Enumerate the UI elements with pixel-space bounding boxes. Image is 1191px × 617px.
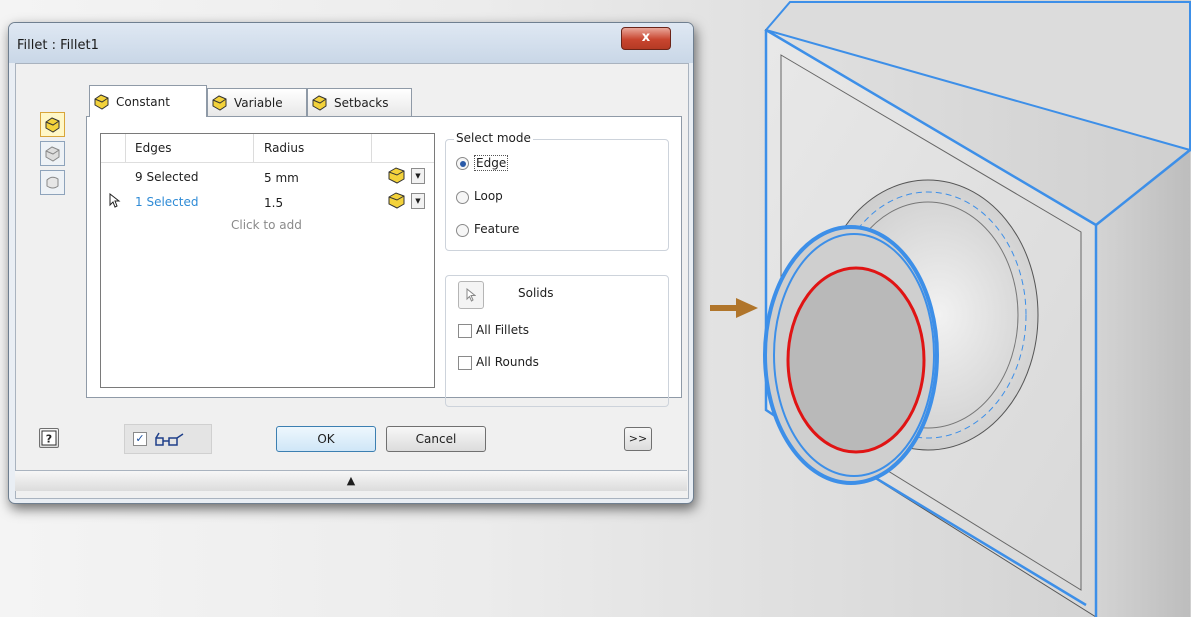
edge-fillet-button[interactable] bbox=[40, 112, 65, 137]
loop-radio-label[interactable]: Loop bbox=[474, 189, 503, 203]
preview-checkbox[interactable]: ✓ bbox=[133, 432, 147, 446]
glasses-icon bbox=[155, 432, 184, 446]
all-rounds-checkbox[interactable] bbox=[458, 356, 472, 370]
all-rounds-label[interactable]: All Rounds bbox=[476, 355, 539, 369]
tab-variable-label: Variable bbox=[234, 95, 283, 110]
cancel-button[interactable]: Cancel bbox=[386, 426, 486, 452]
help-icon: ? bbox=[41, 430, 57, 446]
tab-constant[interactable]: Constant bbox=[89, 85, 207, 117]
tab-setbacks-label: Setbacks bbox=[334, 95, 389, 110]
tab-setbacks[interactable]: Setbacks bbox=[307, 88, 412, 116]
cursor-arrow-icon bbox=[466, 287, 477, 302]
solids-label: Solids bbox=[518, 286, 554, 300]
collapse-bar[interactable]: ▲ bbox=[15, 470, 687, 491]
row-radius-value[interactable]: 1.5 bbox=[264, 196, 283, 210]
grid-header: Edges Radius bbox=[101, 134, 434, 163]
click-to-add-row[interactable]: Click to add bbox=[231, 218, 302, 232]
dialog-title: Fillet : Fillet1 bbox=[17, 38, 99, 53]
fillet-dialog: Fillet : Fillet1 x Constant Variable Set… bbox=[8, 22, 694, 504]
row-edges-value: 9 Selected bbox=[135, 170, 199, 184]
all-fillets-checkbox[interactable] bbox=[458, 324, 472, 338]
preview-toggle[interactable]: ✓ bbox=[124, 424, 212, 454]
constant-cube-icon bbox=[94, 93, 109, 110]
close-button[interactable]: x bbox=[621, 27, 671, 50]
face-fillet-icon bbox=[45, 146, 60, 162]
full-round-fillet-button[interactable] bbox=[40, 170, 65, 195]
face-fillet-button[interactable] bbox=[40, 141, 65, 166]
constant-tab-panel: Edges Radius 9 Selected 5 mm ▼ 1 Selecte… bbox=[86, 116, 682, 407]
chevron-down-icon[interactable]: ▼ bbox=[411, 168, 425, 184]
radius-column-header[interactable]: Radius bbox=[264, 141, 304, 155]
select-mode-legend: Select mode bbox=[454, 131, 533, 145]
solids-group: Solids All Fillets All Rounds bbox=[445, 275, 669, 407]
edge-select-icon[interactable] bbox=[387, 166, 407, 184]
chevron-down-icon[interactable]: ▼ bbox=[411, 193, 425, 209]
edges-radius-grid[interactable]: Edges Radius 9 Selected 5 mm ▼ 1 Selecte… bbox=[100, 133, 435, 388]
help-button[interactable]: ? bbox=[39, 428, 59, 448]
ok-button[interactable]: OK bbox=[276, 426, 376, 452]
all-fillets-label[interactable]: All Fillets bbox=[476, 323, 529, 337]
solids-select-button[interactable] bbox=[458, 281, 484, 309]
edge-fillet-icon bbox=[45, 117, 60, 133]
edges-column-header[interactable]: Edges bbox=[135, 141, 171, 155]
tab-constant-label: Constant bbox=[116, 94, 170, 109]
feature-radio[interactable] bbox=[456, 224, 469, 237]
model-viewport[interactable] bbox=[696, 0, 1191, 617]
loop-radio[interactable] bbox=[456, 191, 469, 204]
title-bar[interactable]: Fillet : Fillet1 x bbox=[9, 23, 693, 63]
cursor-arrow-icon bbox=[109, 193, 121, 208]
variable-cube-icon bbox=[212, 94, 227, 111]
edge-radio[interactable] bbox=[456, 157, 469, 170]
pointer-arrow-icon bbox=[710, 298, 758, 318]
svg-text:?: ? bbox=[46, 433, 52, 446]
setbacks-cube-icon bbox=[312, 94, 327, 111]
select-mode-group: Select mode Edge Loop Feature bbox=[445, 131, 669, 251]
feature-radio-label[interactable]: Feature bbox=[474, 222, 519, 236]
triangle-up-icon: ▲ bbox=[346, 474, 356, 487]
tab-variable[interactable]: Variable bbox=[207, 88, 307, 116]
block-side-face bbox=[1096, 150, 1190, 617]
dialog-body: Constant Variable Setbacks Edges Radius … bbox=[15, 63, 689, 499]
edge-select-icon[interactable] bbox=[387, 191, 407, 209]
edge-radio-label[interactable]: Edge bbox=[474, 155, 509, 171]
more-options-button[interactable]: >> bbox=[624, 427, 652, 451]
row-radius-value[interactable]: 5 mm bbox=[264, 171, 299, 185]
full-round-fillet-icon bbox=[46, 176, 59, 189]
row-edges-value: 1 Selected bbox=[135, 195, 199, 209]
